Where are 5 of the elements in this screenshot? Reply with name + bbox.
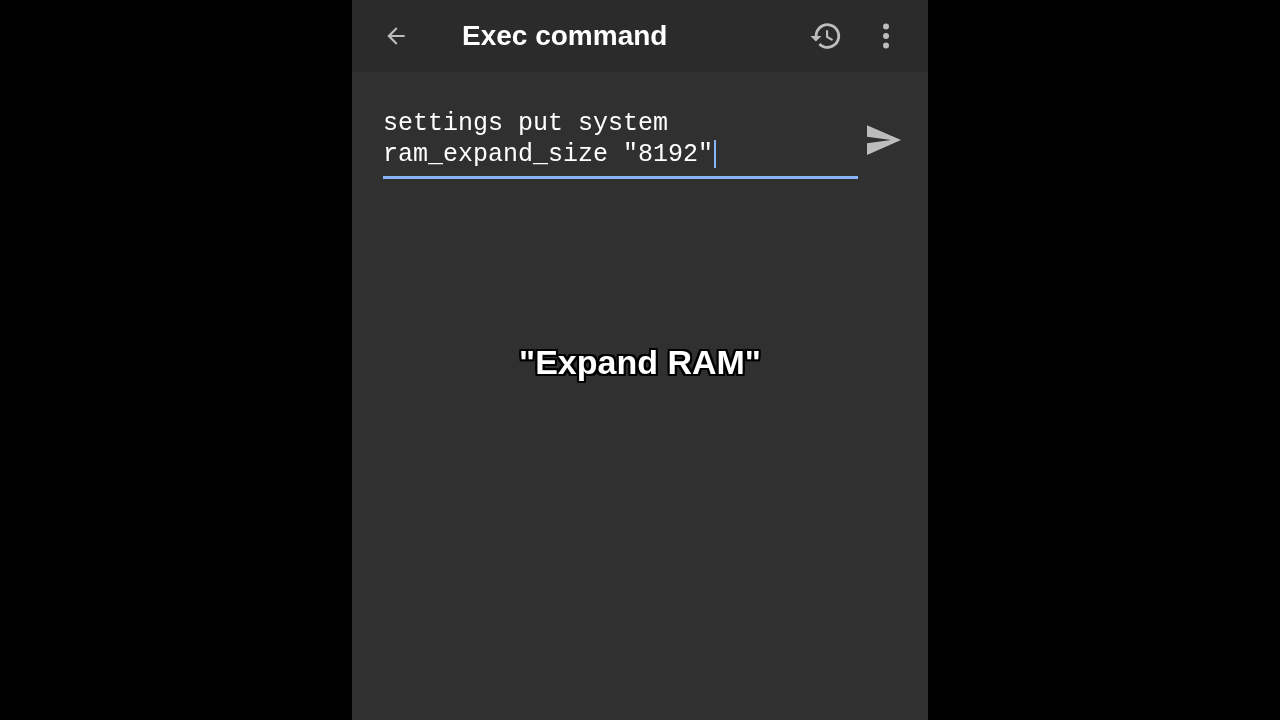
command-field[interactable]: settings put system ram_expand_size "8192" bbox=[383, 108, 859, 179]
send-icon bbox=[867, 125, 902, 155]
video-caption: "Expand RAM" bbox=[519, 342, 761, 383]
screen-title: Exec command bbox=[462, 19, 669, 53]
more-vertical-icon bbox=[882, 23, 890, 49]
